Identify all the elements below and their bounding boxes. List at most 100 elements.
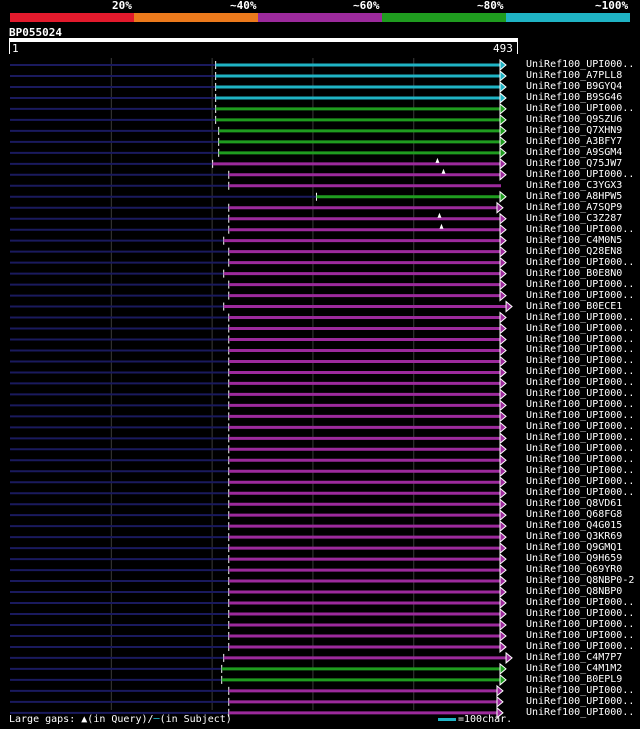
hit-arrowhead bbox=[499, 102, 507, 115]
hit-label[interactable]: UniRef100_UPI000.. bbox=[526, 608, 634, 619]
hit-arrowhead bbox=[499, 311, 507, 324]
hit-label[interactable]: UniRef100_Q8VD61 bbox=[526, 498, 622, 509]
legend-subject-gap-text: (in Subject) bbox=[159, 714, 232, 725]
hit-arrowhead bbox=[499, 190, 507, 203]
scale-swatch bbox=[438, 717, 456, 721]
hit-label[interactable]: UniRef100_B9SG46 bbox=[526, 92, 622, 103]
hit-label[interactable]: UniRef100_A9SGM4 bbox=[526, 147, 622, 158]
hit-label[interactable]: UniRef100_Q75JW7 bbox=[526, 158, 622, 169]
query-gap-marker bbox=[435, 157, 440, 163]
hit-label[interactable]: UniRef100_UPI000.. bbox=[526, 421, 634, 432]
hit-label[interactable]: UniRef100_UPI000.. bbox=[526, 377, 634, 388]
hit-label[interactable]: UniRef100_UPI000.. bbox=[526, 619, 634, 630]
hit-label[interactable]: UniRef100_A7PLL8 bbox=[526, 70, 622, 81]
hit-label[interactable]: UniRef100_UPI000.. bbox=[526, 465, 634, 476]
hit-label[interactable]: UniRef100_UPI000.. bbox=[526, 454, 634, 465]
hit-label[interactable]: UniRef100_UPI000.. bbox=[526, 707, 634, 718]
hit-arrowhead bbox=[499, 596, 507, 610]
hit-arrowhead bbox=[499, 267, 507, 280]
hit-arrowhead bbox=[499, 256, 507, 269]
hit-arrowhead bbox=[499, 234, 507, 247]
hit-arrowhead bbox=[499, 542, 507, 555]
hit-label[interactable]: UniRef100_UPI000.. bbox=[526, 641, 634, 652]
hit-arrowhead bbox=[499, 509, 507, 522]
hit-arrowhead bbox=[499, 58, 507, 72]
hit-label[interactable]: UniRef100_C3YGX3 bbox=[526, 180, 622, 191]
hit-label[interactable]: UniRef100_C4M1M2 bbox=[526, 663, 622, 674]
hit-label[interactable]: UniRef100_UPI000.. bbox=[526, 103, 634, 114]
hit-arrowhead bbox=[499, 223, 507, 236]
hit-arrowhead bbox=[505, 300, 513, 313]
hit-label[interactable]: UniRef100_UPI000.. bbox=[526, 432, 634, 443]
hit-label[interactable]: UniRef100_Q4G015 bbox=[526, 520, 622, 531]
hit-arrowhead bbox=[499, 113, 507, 126]
hit-arrowhead bbox=[499, 69, 507, 83]
hit-label[interactable]: UniRef100_C4M0N5 bbox=[526, 235, 622, 246]
hit-arrowhead bbox=[499, 410, 507, 423]
hit-arrowhead bbox=[499, 168, 507, 181]
hit-label[interactable]: UniRef100_Q9SZU6 bbox=[526, 114, 622, 125]
hit-label[interactable]: UniRef100_C4M7P7 bbox=[526, 652, 622, 663]
hit-label[interactable]: UniRef100_A8HPW5 bbox=[526, 191, 622, 202]
hit-label[interactable]: UniRef100_B0EPL9 bbox=[526, 674, 622, 685]
hit-label[interactable]: UniRef100_Q8NBP0 bbox=[526, 586, 622, 597]
hit-arrowhead bbox=[499, 662, 507, 675]
hit-label[interactable]: UniRef100_UPI000.. bbox=[526, 334, 634, 345]
hit-arrowhead bbox=[499, 399, 507, 412]
hit-label[interactable]: UniRef100_UPI000.. bbox=[526, 59, 634, 70]
hit-label[interactable]: UniRef100_UPI000.. bbox=[526, 410, 634, 421]
hit-label[interactable]: UniRef100_UPI000.. bbox=[526, 630, 634, 641]
hit-label[interactable]: UniRef100_A7SQP9 bbox=[526, 202, 622, 213]
hit-label[interactable]: UniRef100_Q7XHN9 bbox=[526, 125, 622, 136]
hit-arrowhead bbox=[499, 607, 507, 621]
hit-arrowhead bbox=[499, 553, 507, 566]
hit-arrowhead bbox=[499, 673, 507, 686]
hit-arrowhead bbox=[499, 432, 507, 445]
query-gap-marker bbox=[441, 168, 446, 174]
hit-arrowhead bbox=[499, 146, 507, 159]
hit-label[interactable]: UniRef100_UPI000.. bbox=[526, 696, 634, 707]
hit-arrowhead bbox=[499, 520, 507, 533]
hit-label[interactable]: UniRef100_UPI000.. bbox=[526, 355, 634, 366]
hit-label[interactable]: UniRef100_Q8NBP0-2 bbox=[526, 575, 634, 586]
hit-arrowhead bbox=[499, 498, 507, 511]
query-gap-marker bbox=[439, 223, 444, 229]
hit-label[interactable]: UniRef100_UPI000.. bbox=[526, 312, 634, 323]
hit-arrowhead bbox=[499, 135, 507, 148]
hit-label[interactable]: UniRef100_A3BFY7 bbox=[526, 136, 622, 147]
hit-label[interactable]: UniRef100_UPI000.. bbox=[526, 169, 634, 180]
hit-label[interactable]: UniRef100_B9GYQ4 bbox=[526, 81, 622, 92]
hit-label[interactable]: UniRef100_Q28EN8 bbox=[526, 246, 622, 257]
hit-arrowhead bbox=[499, 629, 507, 643]
hit-label[interactable]: UniRef100_UPI000.. bbox=[526, 388, 634, 399]
hit-label[interactable]: UniRef100_UPI000.. bbox=[526, 685, 634, 696]
hit-label[interactable]: UniRef100_Q68FG8 bbox=[526, 509, 622, 520]
hit-label[interactable]: UniRef100_UPI000.. bbox=[526, 257, 634, 268]
hit-label[interactable]: UniRef100_UPI000.. bbox=[526, 597, 634, 608]
hit-label[interactable]: UniRef100_Q9GMQ1 bbox=[526, 542, 622, 553]
hit-label[interactable]: UniRef100_UPI000.. bbox=[526, 366, 634, 377]
hit-label[interactable]: UniRef100_UPI000.. bbox=[526, 323, 634, 334]
hit-label[interactable]: UniRef100_UPI000.. bbox=[526, 290, 634, 301]
hit-label[interactable]: UniRef100_UPI000.. bbox=[526, 443, 634, 454]
hit-label[interactable]: UniRef100_Q69YR0 bbox=[526, 564, 622, 575]
hit-arrowhead bbox=[499, 344, 507, 357]
hit-label[interactable]: UniRef100_UPI000.. bbox=[526, 487, 634, 498]
hit-arrowhead bbox=[499, 377, 507, 390]
hit-label[interactable]: UniRef100_C3Z287 bbox=[526, 213, 622, 224]
hit-arrowhead bbox=[499, 366, 507, 379]
hit-label[interactable]: UniRef100_B0E8N0 bbox=[526, 268, 622, 279]
hit-label[interactable]: UniRef100_UPI000.. bbox=[526, 279, 634, 290]
hit-label[interactable]: UniRef100_B0ECE1 bbox=[526, 301, 622, 312]
blast-overview: 20% ~40% ~60% ~80% ~100% BP055024 1 493 UniR… bbox=[0, 0, 640, 729]
hit-arrowhead bbox=[499, 585, 507, 599]
hit-arrowhead bbox=[499, 640, 507, 654]
hit-label[interactable]: UniRef100_Q3KR69 bbox=[526, 531, 622, 542]
hit-label[interactable]: UniRef100_UPI000.. bbox=[526, 344, 634, 355]
hit-label[interactable]: UniRef100_UPI000.. bbox=[526, 476, 634, 487]
hit-label[interactable]: UniRef100_Q9H659 bbox=[526, 553, 622, 564]
hit-label[interactable]: UniRef100_UPI000.. bbox=[526, 399, 634, 410]
hit-arrowhead bbox=[499, 618, 507, 632]
hit-label[interactable]: UniRef100_UPI000.. bbox=[526, 224, 634, 235]
hit-arrowhead bbox=[496, 684, 504, 697]
